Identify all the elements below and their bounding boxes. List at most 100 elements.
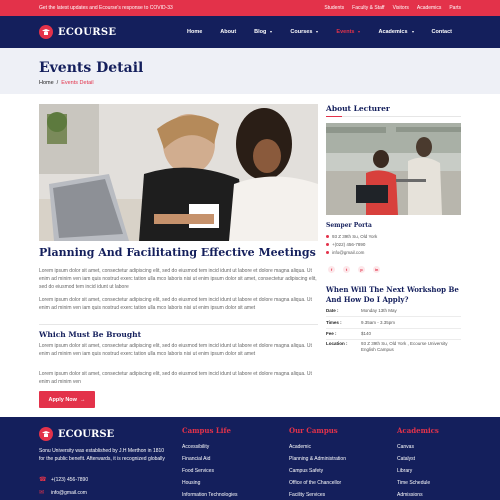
footer-column-title: Campus Life bbox=[182, 426, 231, 435]
top-link-faculty[interactable]: Faculty & Staff bbox=[352, 5, 384, 11]
footer-link[interactable]: Food Services bbox=[182, 468, 238, 480]
nav-menu: Home About Blog Courses Events Academics… bbox=[178, 29, 461, 35]
footer-link[interactable]: Office of the Chancellor bbox=[289, 480, 346, 492]
info-row-date: Date : Monday 13th May bbox=[326, 308, 466, 314]
top-link-visitors[interactable]: Visitors bbox=[393, 5, 409, 11]
breadcrumb-home[interactable]: Home bbox=[39, 80, 54, 86]
footer-email-text[interactable]: info@gmail.com bbox=[51, 490, 87, 496]
footer-link[interactable]: Facility Services bbox=[289, 492, 346, 500]
footer-brand-name: ECOURSE bbox=[58, 428, 115, 440]
apply-now-button[interactable]: Apply Now → bbox=[39, 391, 95, 408]
lecturer-phone-text[interactable]: +(022) 456-7890 bbox=[332, 242, 365, 247]
apply-label: Apply Now bbox=[48, 396, 77, 403]
lecturer-address-text: 93 Z 39th Su, Old York bbox=[332, 234, 378, 239]
footer-email: ✉ info@gmail.com bbox=[39, 489, 87, 497]
footer-link[interactable]: Catalyst bbox=[397, 456, 439, 468]
nav-item-academics[interactable]: Academics bbox=[369, 29, 422, 35]
footer-link[interactable]: Information Technologies bbox=[182, 492, 238, 500]
map-pin-icon bbox=[326, 235, 329, 238]
info-value: 93 Z 39th Su, Old York , Ecourse Univers… bbox=[361, 341, 448, 352]
nav-label: Courses bbox=[290, 29, 313, 35]
footer-link[interactable]: Accessibility bbox=[182, 444, 238, 456]
chevron-down-icon bbox=[411, 31, 414, 33]
page-title: Events Detail bbox=[39, 60, 144, 76]
chevron-down-icon bbox=[316, 31, 319, 33]
footer-link[interactable]: Financial Aid bbox=[182, 456, 238, 468]
info-label: Date : bbox=[326, 308, 339, 313]
nav-label: Blog bbox=[254, 29, 267, 35]
info-value: Monday 13th May bbox=[361, 308, 397, 313]
footer-link[interactable]: Library bbox=[397, 468, 439, 480]
lecturer-email-text[interactable]: info@gmail.com bbox=[332, 250, 364, 255]
nav-label: About bbox=[220, 29, 237, 35]
footer-column-campus-life: Campus Life Accessibility Financial Aid … bbox=[182, 426, 238, 500]
breadcrumb-current: Events Detail bbox=[61, 80, 94, 86]
footer-about: Sonu University was established by J.H M… bbox=[39, 448, 165, 462]
top-link-parts[interactable]: Parts bbox=[449, 5, 461, 11]
chevron-down-icon bbox=[270, 31, 273, 33]
top-announcement-bar: Get the latest updates and Ecourse's res… bbox=[0, 0, 500, 16]
nav-item-courses[interactable]: Courses bbox=[281, 29, 327, 35]
mail-icon: ✉ bbox=[39, 490, 45, 496]
info-value: $140 bbox=[361, 331, 372, 336]
top-link-academics[interactable]: Academics bbox=[417, 5, 441, 11]
event-photo bbox=[39, 104, 318, 241]
info-label: Location : bbox=[326, 341, 348, 346]
top-link-students[interactable]: Students bbox=[324, 5, 344, 11]
brought-description-1: Lorem ipsum dolor sit amet, consectetur … bbox=[39, 343, 312, 357]
nav-label: Academics bbox=[378, 29, 408, 35]
footer-link[interactable]: Time Schedule bbox=[397, 480, 439, 492]
arrow-right-icon: → bbox=[79, 396, 86, 403]
brought-description-2: Lorem ipsum dolor sit amet, consectetur … bbox=[39, 371, 312, 385]
footer-link[interactable]: Planning & Administration bbox=[289, 456, 346, 468]
info-label: Times : bbox=[326, 320, 342, 325]
phone-icon bbox=[326, 243, 329, 246]
breadcrumb-separator: / bbox=[56, 80, 59, 86]
footer-link[interactable]: Admissions bbox=[397, 492, 439, 500]
footer-link[interactable]: Housing bbox=[182, 480, 238, 492]
event-title: Planning And Facilitating Effective Meet… bbox=[39, 246, 316, 259]
brand-name: ECOURSE bbox=[58, 26, 117, 38]
heading-underline bbox=[326, 116, 461, 117]
footer-link[interactable]: Campus Safety bbox=[289, 468, 346, 480]
announcement-text: Get the latest updates and Ecourse's res… bbox=[39, 5, 173, 11]
event-description-1: Lorem ipsum dolor sit amet, consectetur … bbox=[39, 268, 317, 290]
info-row-location: Location : 93 Z 39th Su, Old York , Ecou… bbox=[326, 341, 466, 353]
facebook-icon[interactable]: f bbox=[328, 266, 335, 273]
linkedin-icon[interactable]: in bbox=[373, 266, 380, 273]
footer-column-our-campus: Our Campus Academic Planning & Administr… bbox=[289, 426, 346, 500]
breadcrumb: Home / Events Detail bbox=[39, 80, 461, 86]
lecturer-name: Semper Porta bbox=[326, 222, 372, 229]
info-row-times: Times : 9.35am - 3.35pm bbox=[326, 320, 466, 326]
nav-item-events[interactable]: Events bbox=[327, 29, 369, 35]
section-divider bbox=[39, 324, 318, 325]
graduation-cap-icon bbox=[39, 427, 53, 441]
info-divider bbox=[326, 339, 461, 340]
footer-logo[interactable]: ECOURSE bbox=[39, 427, 114, 441]
info-divider bbox=[326, 328, 461, 329]
footer-phone-text[interactable]: +(123) 456-7890 bbox=[51, 477, 88, 483]
twitter-icon[interactable]: t bbox=[343, 266, 350, 273]
brand-logo[interactable]: ECOURSE bbox=[39, 25, 116, 39]
info-row-fee: Fee : $140 bbox=[326, 331, 466, 337]
nav-item-blog[interactable]: Blog bbox=[245, 29, 281, 35]
nav-label: Home bbox=[187, 29, 203, 35]
footer-link[interactable]: Academic bbox=[289, 444, 346, 456]
nav-item-home[interactable]: Home bbox=[178, 29, 211, 35]
pinterest-icon[interactable]: p bbox=[358, 266, 365, 273]
lecturer-phone: +(022) 456-7890 bbox=[326, 242, 365, 247]
lecturer-address: 93 Z 39th Su, Old York bbox=[326, 234, 377, 239]
footer-column-title: Our Campus bbox=[289, 426, 338, 435]
footer-column-academics: Academics Canvas Catalyst Library Time S… bbox=[397, 426, 439, 500]
nav-label: Contact bbox=[431, 29, 452, 35]
top-links: Students Faculty & Staff Visitors Academ… bbox=[324, 5, 461, 11]
nav-label: Events bbox=[336, 29, 355, 35]
workshop-heading: When Will The Next Workshop Be And How D… bbox=[326, 285, 459, 304]
footer-column-title: Academics bbox=[397, 426, 439, 435]
info-value: 9.35am - 3.35pm bbox=[361, 320, 396, 325]
nav-item-about[interactable]: About bbox=[211, 29, 245, 35]
nav-item-contact[interactable]: Contact bbox=[423, 29, 461, 35]
mail-icon bbox=[326, 251, 329, 254]
footer-link[interactable]: Canvas bbox=[397, 444, 439, 456]
main-navbar: ECOURSE Home About Blog Courses Events A… bbox=[0, 16, 500, 48]
